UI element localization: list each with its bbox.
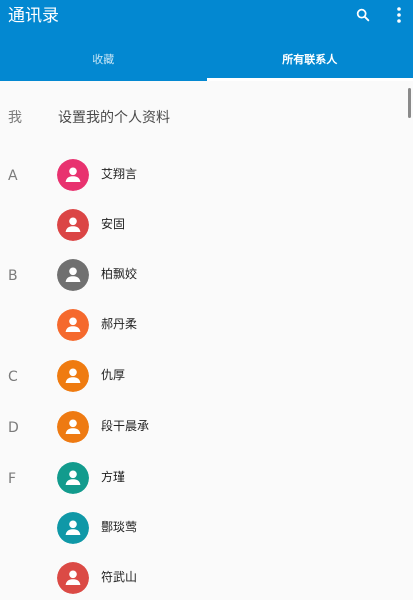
contact-row[interactable]: B 柏飘姣 xyxy=(0,250,413,300)
avatar xyxy=(57,309,89,341)
search-icon xyxy=(356,8,370,22)
section-letter: A xyxy=(8,168,18,184)
contact-name: 安固 xyxy=(101,217,126,231)
section-letter: F xyxy=(8,471,17,487)
contact-name: 郝丹柔 xyxy=(101,317,138,331)
contact-row[interactable]: A 艾翔言 xyxy=(0,150,413,200)
person-icon xyxy=(57,209,89,241)
set-profile-row[interactable]: 我 设置我的个人资料 xyxy=(0,100,413,136)
person-icon xyxy=(57,259,89,291)
contact-row[interactable]: 安固 xyxy=(0,200,413,250)
person-icon xyxy=(57,411,89,443)
avatar xyxy=(57,411,89,443)
contact-row[interactable]: 郝丹柔 xyxy=(0,300,413,350)
contact-row[interactable]: 符武山 xyxy=(0,553,413,600)
contacts-app: 通讯录 收藏 所有联系人 我 设置我的个人资料 A 艾翔言 安固 B 柏飘姣 郝… xyxy=(0,0,413,600)
contact-name: 仇厚 xyxy=(101,368,126,382)
contact-name: 酆琰莺 xyxy=(101,520,138,534)
person-icon xyxy=(57,159,89,191)
person-icon xyxy=(57,360,89,392)
more-vert-icon xyxy=(397,7,401,23)
avatar xyxy=(57,159,89,191)
search-button[interactable] xyxy=(351,4,375,26)
section-letter: C xyxy=(8,369,18,385)
contact-row[interactable]: D 段干晨承 xyxy=(0,402,413,452)
avatar xyxy=(57,462,89,494)
contact-name: 柏飘姣 xyxy=(101,267,138,281)
active-tab-indicator xyxy=(206,78,413,81)
tab-all-contacts[interactable]: 所有联系人 xyxy=(206,36,413,81)
more-options-button[interactable] xyxy=(387,4,411,26)
section-letter: D xyxy=(8,420,19,436)
app-title: 通讯录 xyxy=(8,6,59,26)
contact-row[interactable]: 酆琰莺 xyxy=(0,503,413,553)
contact-name: 方瑾 xyxy=(101,470,126,484)
profile-letter: 我 xyxy=(8,110,22,126)
person-icon xyxy=(57,512,89,544)
tab-bar: 收藏 所有联系人 xyxy=(0,36,413,81)
tab-all-contacts-label: 所有联系人 xyxy=(282,52,338,66)
contact-name: 段干晨承 xyxy=(101,419,150,433)
tab-favorites-label: 收藏 xyxy=(92,52,115,66)
contact-name: 艾翔言 xyxy=(101,167,138,181)
person-icon xyxy=(57,462,89,494)
avatar xyxy=(57,209,89,241)
tab-favorites[interactable]: 收藏 xyxy=(0,36,207,81)
person-icon xyxy=(57,309,89,341)
contact-row[interactable]: F 方瑾 xyxy=(0,453,413,503)
section-letter: B xyxy=(8,268,18,284)
avatar xyxy=(57,259,89,291)
person-icon xyxy=(57,562,89,594)
app-bar: 通讯录 收藏 所有联系人 xyxy=(0,0,413,81)
avatar xyxy=(57,512,89,544)
contact-row[interactable]: C 仇厚 xyxy=(0,351,413,401)
set-profile-label: 设置我的个人资料 xyxy=(58,110,170,126)
avatar xyxy=(57,562,89,594)
avatar xyxy=(57,360,89,392)
contact-name: 符武山 xyxy=(101,570,138,584)
